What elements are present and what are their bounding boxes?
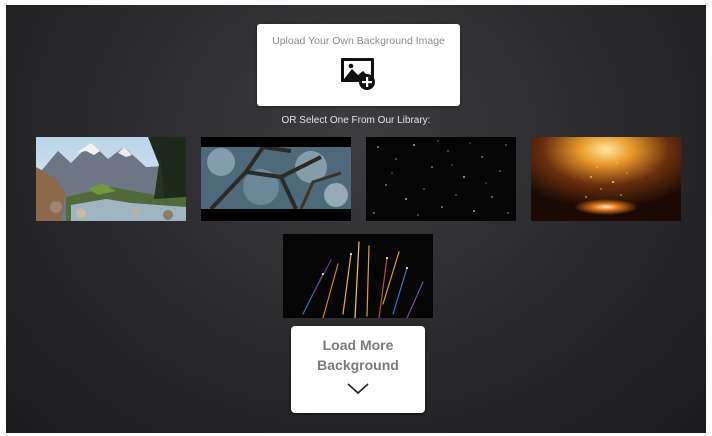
icy-branches-image <box>201 137 351 221</box>
library-label: OR Select One From Our Library: <box>281 115 431 126</box>
mountain-river-image <box>36 137 186 221</box>
library-thumbnail-golden-light[interactable] <box>531 137 681 221</box>
chevron-down-icon <box>347 383 369 395</box>
light-streaks-image <box>283 234 433 318</box>
golden-light-image <box>531 137 681 221</box>
library-thumbnail-light-streaks[interactable] <box>283 234 433 318</box>
image-add-icon <box>341 58 375 90</box>
library-thumbnail-icy-branches[interactable] <box>201 137 351 221</box>
library-thumbnail-mountain-river[interactable] <box>36 137 186 221</box>
load-more-label: Load More Background <box>317 337 399 373</box>
load-more-background-button[interactable]: Load More Background <box>291 326 425 413</box>
library-thumbnail-dark-starfield[interactable] <box>366 137 516 221</box>
upload-background-button[interactable]: Upload Your Own Background Image <box>257 24 460 106</box>
upload-background-label: Upload Your Own Background Image <box>272 35 445 47</box>
dark-starfield-image <box>366 137 516 221</box>
background-selector-panel: Upload Your Own Background Image OR Sele… <box>6 5 706 433</box>
